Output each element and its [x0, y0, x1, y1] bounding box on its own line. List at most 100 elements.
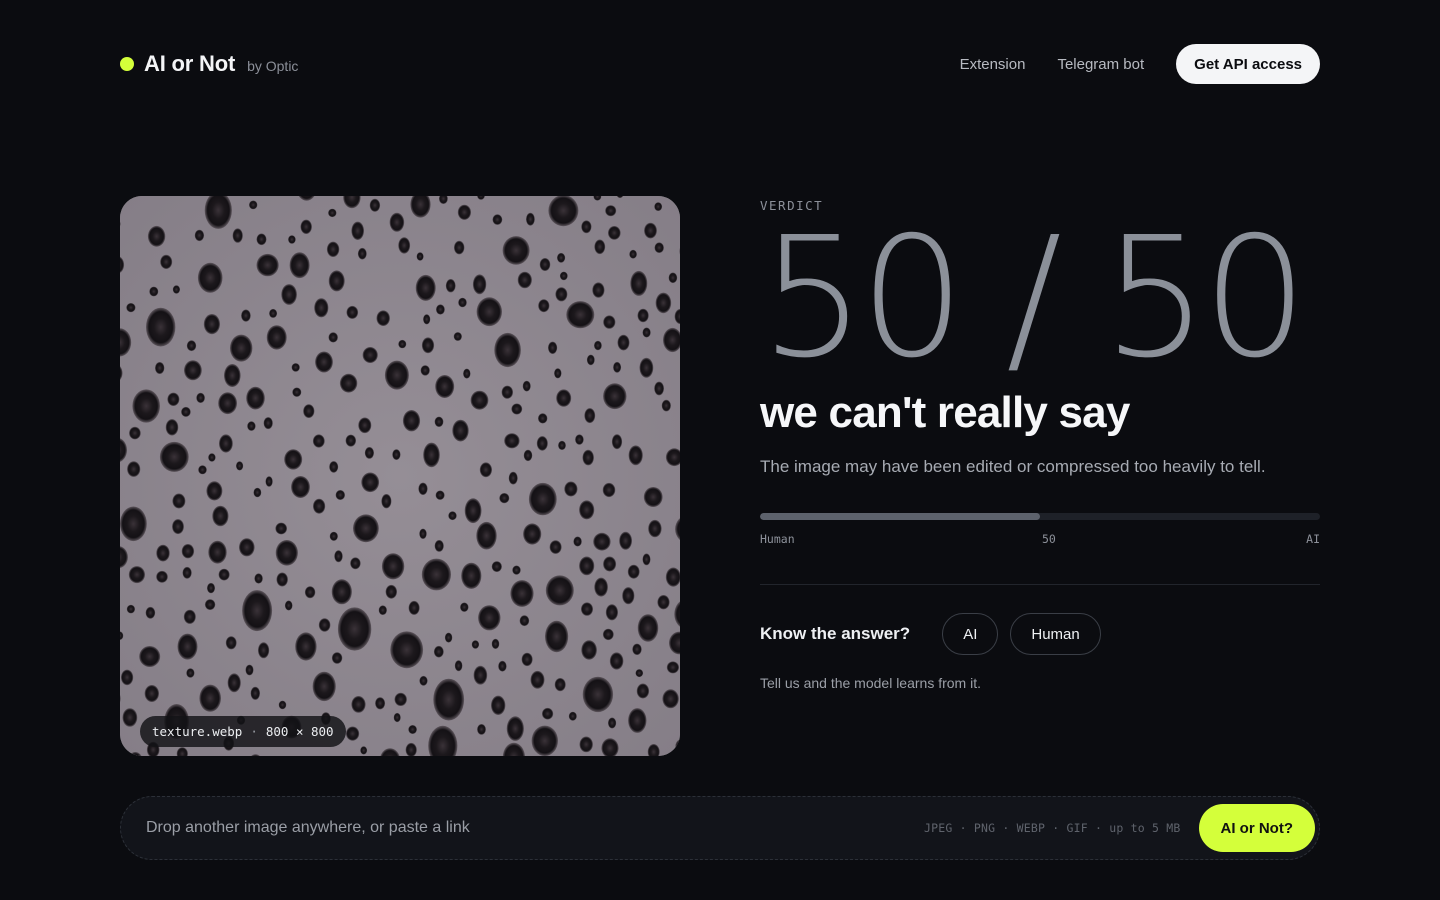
texture-spot	[581, 602, 593, 616]
texture-spot	[548, 341, 558, 354]
brand[interactable]: AI or Not by Optic	[120, 51, 298, 77]
texture-spot	[350, 557, 361, 570]
answer-human-button[interactable]: Human	[1010, 613, 1101, 656]
texture-spot	[393, 712, 401, 723]
texture-spot	[376, 310, 390, 326]
get-api-access-button[interactable]: Get API access	[1176, 44, 1320, 84]
texture-spot	[127, 461, 141, 477]
texture-spot	[609, 652, 624, 670]
texture-spot	[254, 573, 263, 584]
texture-spot	[183, 609, 196, 624]
texture-spot	[295, 632, 317, 661]
texture-spot	[593, 532, 611, 551]
texture-spot	[394, 692, 407, 706]
texture-spot	[605, 604, 618, 621]
texture-spot	[636, 683, 650, 699]
file-dimensions: 800 × 800	[265, 724, 334, 739]
texture-spot	[433, 645, 444, 658]
texture-spot	[313, 498, 326, 514]
texture-spot	[224, 364, 241, 387]
texture-spot	[545, 575, 574, 606]
texture-spot	[419, 675, 428, 686]
texture-spot	[266, 325, 287, 350]
texture-spot	[498, 660, 507, 672]
texture-spot	[263, 417, 273, 430]
texture-spot	[121, 669, 134, 686]
texture-spot	[632, 643, 642, 655]
texture-spot	[256, 253, 279, 277]
texture-spot	[334, 550, 343, 563]
texture-spot	[420, 365, 430, 376]
texture-spot	[181, 406, 191, 417]
texture-spot	[357, 247, 367, 260]
texture-spot	[275, 522, 287, 535]
texture-spot	[208, 540, 227, 564]
answer-ai-button[interactable]: AI	[942, 613, 999, 656]
file-info-separator: ·	[250, 724, 258, 739]
texture-spot	[186, 340, 197, 352]
meter-label-ai: AI	[1306, 532, 1320, 547]
texture-spot	[584, 408, 596, 424]
verdict-description: The image may have been edited or compre…	[760, 457, 1266, 477]
texture-spot	[613, 361, 622, 373]
texture-spot	[531, 725, 558, 756]
texture-spot	[637, 308, 649, 323]
texture-spot	[654, 242, 664, 253]
texture-spot	[542, 707, 554, 720]
texture-spot	[177, 633, 198, 660]
texture-spot	[559, 271, 568, 281]
texture-spot	[402, 410, 421, 432]
texture-spot	[627, 564, 640, 579]
uploaded-image	[120, 196, 680, 756]
brand-name: AI or Not	[144, 51, 236, 76]
texture-spot	[339, 373, 358, 393]
texture-spot	[643, 487, 663, 507]
texture-spot	[160, 254, 173, 269]
texture-spot	[291, 476, 310, 498]
verdict-tagline: we can't really say	[760, 388, 1130, 437]
texture-spot	[557, 252, 566, 263]
texture-spot	[464, 498, 482, 524]
feedback-note: Tell us and the model learns from it.	[760, 675, 981, 692]
texture-spot	[528, 482, 557, 516]
texture-spot	[186, 668, 195, 678]
texture-spot	[558, 440, 566, 450]
texture-spot	[199, 684, 221, 712]
texture-spot	[582, 676, 614, 713]
texture-spot	[629, 249, 637, 259]
texture-spot	[512, 565, 521, 575]
texture-spot	[362, 347, 378, 363]
texture-spot	[172, 285, 180, 294]
texture-spot	[628, 445, 643, 466]
drop-zone-placeholder[interactable]: Drop another image anywhere, or paste a …	[146, 819, 470, 837]
drop-zone[interactable]: Drop another image anywhere, or paste a …	[120, 796, 1320, 860]
texture-spot	[353, 514, 379, 543]
texture-spot	[206, 481, 223, 501]
texture-spot	[207, 582, 215, 594]
texture-spot	[145, 606, 156, 619]
ai-or-not-submit-button[interactable]: AI or Not?	[1198, 804, 1315, 852]
top-bar: AI or Not by Optic Extension Telegram bo…	[120, 44, 1320, 84]
texture-spot	[423, 442, 440, 468]
texture-spot	[581, 220, 592, 234]
texture-spot	[434, 540, 444, 552]
texture-spot	[435, 490, 445, 500]
texture-spot	[172, 493, 186, 509]
texture-spot	[281, 284, 297, 305]
texture-spot	[666, 661, 680, 674]
texture-spot	[566, 301, 595, 329]
texture-spot	[530, 670, 545, 689]
texture-spot	[491, 695, 506, 715]
texture-spot	[511, 403, 523, 415]
nav-link-telegram-bot[interactable]: Telegram bot	[1057, 56, 1144, 73]
verdict-panel: VERDICT 50 / 50 we can't really say The …	[760, 196, 1320, 691]
texture-spot	[315, 351, 333, 373]
texture-spot	[461, 562, 482, 589]
nav-link-extension[interactable]: Extension	[960, 56, 1026, 73]
texture-spot	[478, 605, 501, 631]
texture-spot	[328, 270, 345, 292]
texture-spot	[536, 436, 548, 451]
texture-spot	[476, 297, 502, 327]
texture-spot	[156, 544, 170, 562]
texture-spot	[331, 579, 352, 605]
